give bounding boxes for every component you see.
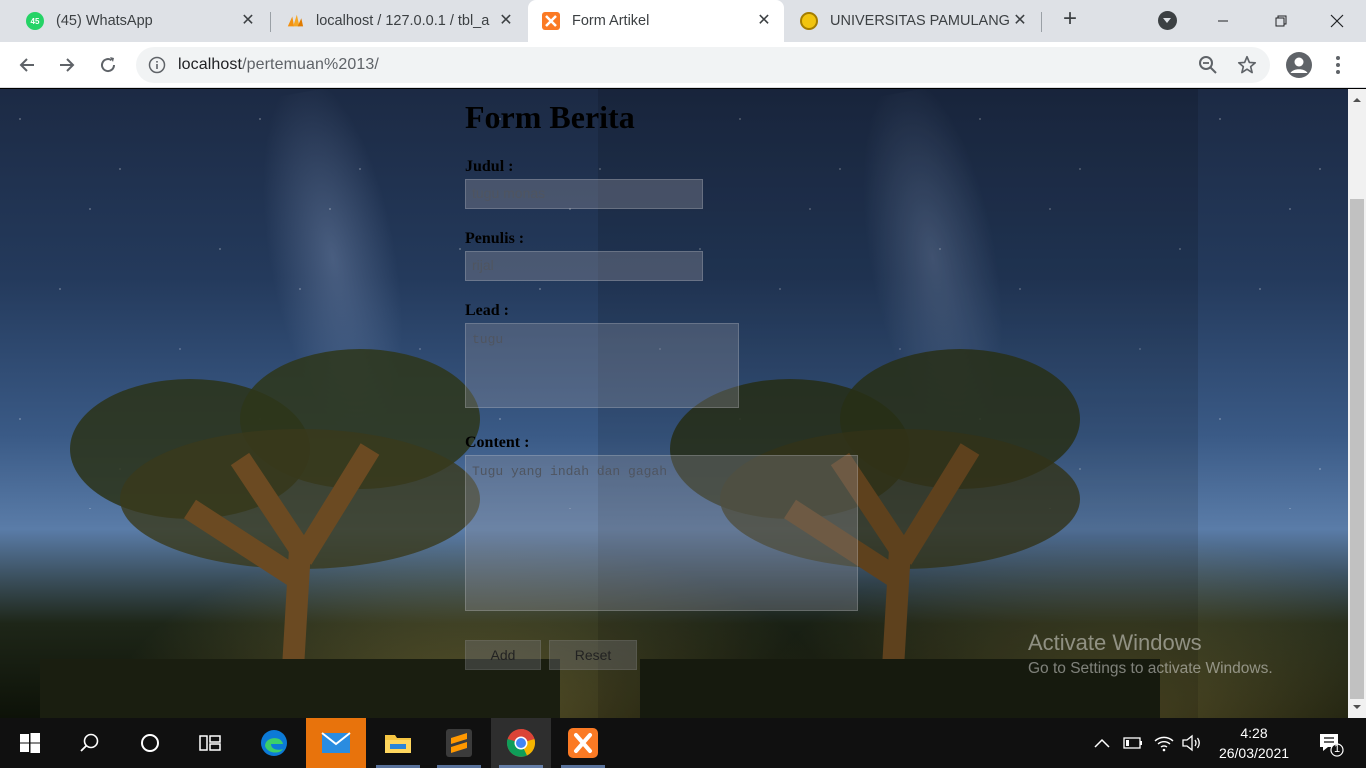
sublime-icon: [446, 729, 472, 757]
minimize-button[interactable]: [1194, 0, 1252, 42]
scroll-down-icon[interactable]: [1352, 702, 1362, 712]
tab-universitas-pamulang[interactable]: UNIVERSITAS PAMULANG ✕: [786, 0, 1040, 42]
network-tray[interactable]: [1150, 718, 1178, 768]
url-path: /pertemuan%2013/: [242, 56, 379, 73]
clock-time: 4:28: [1240, 725, 1268, 741]
watermark-subtitle: Go to Settings to activate Windows.: [1028, 660, 1273, 677]
xampp-taskbar-button[interactable]: [553, 718, 613, 768]
browser-menu-icon[interactable]: [1330, 51, 1346, 79]
scroll-up-icon[interactable]: [1352, 95, 1362, 105]
scrollbar-thumb[interactable]: [1350, 199, 1364, 699]
content-textarea[interactable]: Tugu yang indah dan gagah: [465, 455, 858, 611]
judul-label: Judul :: [465, 158, 514, 175]
activate-windows-watermark: Activate Windows Go to Settings to activ…: [1028, 630, 1273, 678]
penulis-input[interactable]: rijal: [465, 251, 703, 281]
task-view-button[interactable]: [180, 718, 240, 768]
wifi-icon: [1154, 736, 1174, 752]
restore-button[interactable]: [1252, 0, 1310, 42]
content-label: Content :: [465, 434, 530, 451]
tab-close-icon[interactable]: ✕: [1010, 11, 1030, 31]
reload-icon: [101, 57, 116, 73]
edge-icon: [261, 730, 287, 756]
volume-tray[interactable]: [1180, 718, 1204, 768]
tab-whatsapp[interactable]: 45 (45) WhatsApp ✕: [12, 0, 268, 42]
tab-title: (45) WhatsApp: [56, 13, 153, 29]
sublime-taskbar-button[interactable]: [429, 718, 489, 768]
forward-arrow-icon: [60, 58, 75, 72]
tab-separator: [270, 12, 271, 32]
judul-input[interactable]: tugu monas: [465, 179, 703, 209]
reload-button[interactable]: [94, 51, 122, 79]
battery-icon: [1123, 737, 1142, 749]
clock-date: 26/03/2021: [1218, 745, 1290, 761]
reset-button[interactable]: Reset: [549, 640, 637, 670]
edge-taskbar-button[interactable]: [244, 718, 304, 768]
cortana-icon: [141, 734, 159, 752]
windows-taskbar: 4:28 26/03/2021 1: [0, 718, 1366, 768]
university-icon: [800, 12, 818, 30]
start-icon: [20, 733, 40, 753]
tab-separator: [1041, 12, 1042, 32]
page-viewport: Form Berita Judul : tugu monas Penulis :…: [0, 89, 1348, 718]
forward-button[interactable]: [53, 51, 81, 79]
address-bar[interactable]: localhost/pertemuan%2013/: [136, 47, 1270, 83]
watermark-title: Activate Windows: [1028, 630, 1202, 655]
chevron-up-icon: [1094, 738, 1110, 748]
tab-close-icon[interactable]: ✕: [238, 11, 258, 31]
browser-toolbar: localhost/pertemuan%2013/: [0, 42, 1366, 88]
action-center-button[interactable]: 1: [1308, 718, 1352, 768]
form-title: Form Berita: [465, 99, 635, 135]
tab-title: Form Artikel: [572, 13, 650, 29]
speaker-icon: [1182, 734, 1200, 752]
start-button[interactable]: [0, 718, 60, 768]
penulis-label: Penulis :: [465, 230, 525, 247]
zoom-out-icon[interactable]: [1198, 55, 1218, 75]
tab-search-icon[interactable]: [1158, 11, 1177, 30]
file-explorer-taskbar-button[interactable]: [368, 718, 428, 768]
lead-label: Lead :: [465, 302, 509, 319]
add-button[interactable]: Add: [465, 640, 541, 670]
tab-close-icon[interactable]: ✕: [754, 11, 774, 31]
tab-title: localhost / 127.0.0.1 / tbl_a: [316, 13, 490, 29]
browser-tabstrip: 45 (45) WhatsApp ✕ localhost / 127.0.0.1…: [0, 0, 1366, 42]
notification-count: 1: [1333, 743, 1341, 755]
bookmark-star-icon[interactable]: [1236, 54, 1258, 76]
tab-close-icon[interactable]: ✕: [496, 11, 516, 31]
tab-form-artikel[interactable]: Form Artikel ✕: [528, 0, 784, 42]
tab-title: UNIVERSITAS PAMULANG: [830, 13, 1010, 29]
page-scrollbar[interactable]: [1348, 89, 1366, 718]
cortana-button[interactable]: [120, 718, 180, 768]
address-url[interactable]: localhost/pertemuan%2013/: [178, 56, 379, 74]
back-button[interactable]: [13, 51, 41, 79]
close-window-button[interactable]: [1308, 0, 1366, 42]
chrome-taskbar-button[interactable]: [491, 718, 551, 768]
battery-tray[interactable]: [1120, 718, 1146, 768]
lead-textarea[interactable]: tugu: [465, 323, 739, 408]
back-arrow-icon: [19, 58, 34, 72]
task-view-icon: [199, 735, 221, 751]
show-hidden-icons-button[interactable]: [1090, 718, 1114, 768]
url-host: localhost: [178, 56, 243, 73]
xampp-icon: [542, 12, 560, 30]
site-info-icon[interactable]: [148, 56, 166, 74]
mail-taskbar-button[interactable]: [306, 718, 366, 768]
xampp-icon: [568, 728, 598, 758]
taskbar-search-button[interactable]: [60, 718, 120, 768]
mail-icon: [321, 732, 351, 753]
chrome-icon: [506, 728, 536, 757]
search-icon: [80, 733, 99, 752]
taskbar-clock[interactable]: 4:28 26/03/2021: [1212, 723, 1296, 763]
phpmyadmin-icon: [286, 12, 304, 30]
whatsapp-icon: 45: [26, 12, 44, 30]
new-tab-icon[interactable]: +: [1058, 7, 1082, 32]
profile-avatar-icon[interactable]: [1285, 51, 1313, 79]
tab-phpmyadmin[interactable]: localhost / 127.0.0.1 / tbl_a ✕: [272, 0, 526, 42]
file-explorer-icon: [385, 735, 411, 753]
